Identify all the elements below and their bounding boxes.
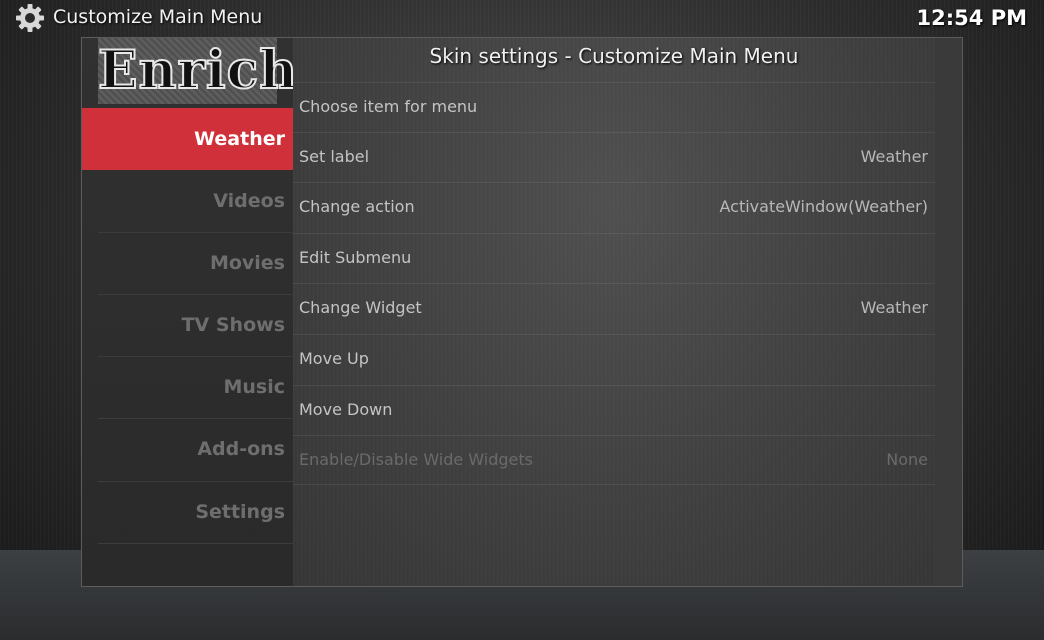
option-set-label[interactable]: Set label Weather (293, 132, 935, 182)
clock: 12:54 PM (916, 6, 1027, 30)
sidebar-item-add-ons[interactable]: Add-ons (82, 418, 293, 480)
sidebar-item-weather[interactable]: Weather (82, 108, 293, 170)
dialog-title: Skin settings - Customize Main Menu (429, 44, 799, 68)
option-label: Choose item for menu (299, 97, 478, 116)
scrollbar-track[interactable] (935, 38, 962, 586)
option-change-action[interactable]: Change action ActivateWindow(Weather) (293, 182, 935, 232)
logo-text: Enrich (97, 39, 299, 102)
settings-panel: Skin settings - Customize Main Menu Choo… (293, 38, 935, 586)
option-label: Enable/Disable Wide Widgets (299, 450, 534, 469)
sidebar: Enrich Weather Videos Movies TV Shows Mu… (82, 38, 299, 586)
option-move-down[interactable]: Move Down (293, 385, 935, 435)
option-value: ActivateWindow(Weather) (719, 197, 928, 216)
option-edit-submenu[interactable]: Edit Submenu (293, 233, 935, 283)
option-value: Weather (860, 147, 928, 166)
option-label: Set label (299, 147, 370, 166)
list-divider (293, 484, 935, 485)
customize-menu-dialog: Enrich Weather Videos Movies TV Shows Mu… (81, 37, 963, 587)
sidebar-divider (98, 543, 293, 544)
option-move-up[interactable]: Move Up (293, 334, 935, 384)
option-label: Change action (299, 197, 415, 216)
option-value: Weather (860, 298, 928, 317)
option-label: Move Down (299, 400, 393, 419)
sidebar-item-videos[interactable]: Videos (82, 170, 293, 232)
sidebar-item-music[interactable]: Music (82, 356, 293, 418)
sidebar-item-movies[interactable]: Movies (82, 232, 293, 294)
sidebar-item-settings[interactable]: Settings (82, 481, 293, 543)
option-choose-item[interactable]: Choose item for menu (293, 82, 935, 132)
option-wide-widgets: Enable/Disable Wide Widgets None (293, 435, 935, 485)
top-header: Customize Main Menu 12:54 PM (0, 0, 1044, 38)
option-label: Edit Submenu (299, 248, 412, 267)
sidebar-item-tv-shows[interactable]: TV Shows (82, 294, 293, 356)
window-title: Customize Main Menu (53, 6, 263, 28)
option-label: Move Up (299, 349, 369, 368)
skin-logo: Enrich (97, 38, 299, 104)
option-change-widget[interactable]: Change Widget Weather (293, 283, 935, 333)
option-label: Change Widget (299, 298, 422, 317)
gear-icon (16, 4, 44, 32)
option-value: None (886, 450, 928, 469)
